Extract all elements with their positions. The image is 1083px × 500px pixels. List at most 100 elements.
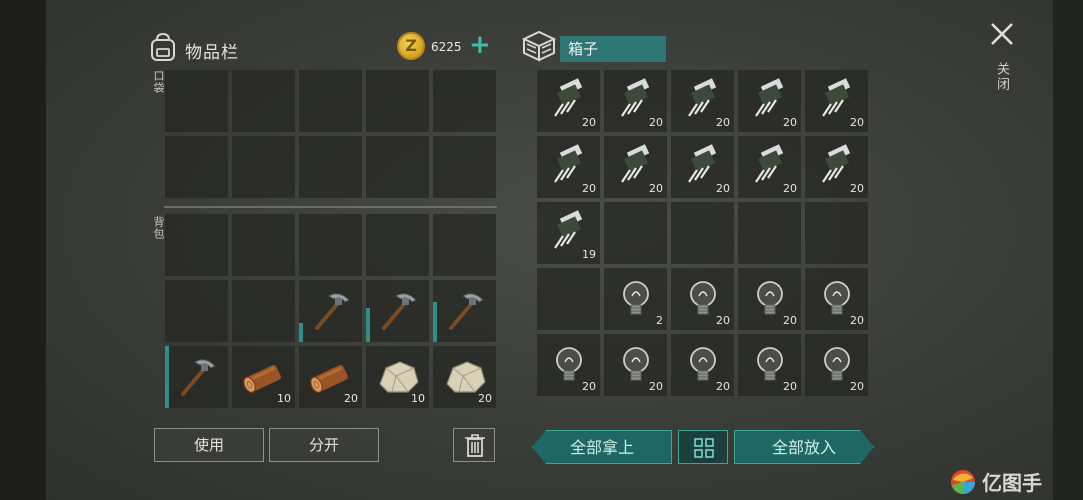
- box-slot[interactable]: 20: [738, 136, 801, 198]
- pickaxe-icon: [449, 293, 484, 330]
- item-quantity: 20: [783, 314, 797, 327]
- item-quantity: 20: [716, 182, 730, 195]
- backpack-slot[interactable]: [299, 280, 362, 342]
- backpack-slot[interactable]: [366, 214, 429, 276]
- box-slot[interactable]: 20: [537, 70, 600, 132]
- pocket-slot[interactable]: [299, 70, 362, 132]
- durability-bar: [299, 323, 303, 342]
- item-quantity: 20: [850, 380, 864, 393]
- pocket-slot[interactable]: [232, 136, 295, 198]
- item-quantity: 20: [649, 116, 663, 129]
- trash-icon: [465, 434, 485, 457]
- watermark-text: 亿图手: [982, 471, 1042, 495]
- box-slot[interactable]: 20: [537, 136, 600, 198]
- bulb-icon: [623, 281, 649, 315]
- box-slot[interactable]: 20: [671, 268, 734, 330]
- item-quantity: 20: [582, 380, 596, 393]
- trash-button[interactable]: [453, 428, 495, 462]
- inventory-header: 物品栏 Z 6225 +: [149, 28, 499, 68]
- pocket-slot[interactable]: [165, 70, 228, 132]
- pickaxe-icon: [382, 293, 417, 330]
- screen-edge-left: [0, 0, 46, 500]
- item-quantity: 20: [716, 314, 730, 327]
- backpack-slot[interactable]: [232, 214, 295, 276]
- box-slot[interactable]: 20: [805, 70, 868, 132]
- item-quantity: 20: [582, 116, 596, 129]
- box-slot[interactable]: 2: [604, 268, 667, 330]
- box-slot[interactable]: 20: [805, 136, 868, 198]
- pocket-slot[interactable]: [165, 136, 228, 198]
- pocket-slot[interactable]: [366, 136, 429, 198]
- pickaxe-icon: [315, 293, 350, 330]
- box-slot[interactable]: 20: [537, 334, 600, 396]
- box-slot[interactable]: 20: [604, 70, 667, 132]
- backpack-slot[interactable]: 20: [299, 346, 362, 408]
- item-quantity: 20: [716, 116, 730, 129]
- pocket-slot[interactable]: [366, 70, 429, 132]
- backpack-slot[interactable]: [165, 280, 228, 342]
- box-slot[interactable]: 20: [604, 334, 667, 396]
- box-slot[interactable]: [671, 202, 734, 264]
- backpack-slot[interactable]: 20: [433, 346, 496, 408]
- grid-sort-icon: [694, 438, 714, 458]
- box-slot[interactable]: [805, 202, 868, 264]
- box-slot[interactable]: 20: [738, 70, 801, 132]
- item-quantity: 20: [649, 380, 663, 393]
- box-slot[interactable]: 20: [738, 268, 801, 330]
- box-slot[interactable]: 19: [537, 202, 600, 264]
- split-button[interactable]: 分开: [269, 428, 379, 462]
- backpack-slot[interactable]: [165, 214, 228, 276]
- item-quantity: 20: [850, 182, 864, 195]
- durability-bar: [366, 308, 370, 342]
- put-all-button[interactable]: 全部放入: [734, 430, 874, 464]
- box-title: 箱子: [560, 36, 666, 62]
- sort-button[interactable]: [678, 430, 728, 464]
- item-quantity: 20: [478, 392, 492, 405]
- pocket-slot[interactable]: [433, 70, 496, 132]
- box-slot[interactable]: 20: [671, 70, 734, 132]
- take-all-button[interactable]: 全部拿上: [532, 430, 672, 464]
- coin-icon: Z: [397, 32, 425, 60]
- box-slot[interactable]: 20: [671, 136, 734, 198]
- item-quantity: 20: [783, 182, 797, 195]
- box-slot[interactable]: 20: [805, 268, 868, 330]
- backpack-slot[interactable]: 10: [232, 346, 295, 408]
- pocket-slot[interactable]: [232, 70, 295, 132]
- inventory-panel: 物品栏 Z 6225 + 箱子 口袋 背包 10 20 10 20 20 20 20 20 2…: [46, 0, 1053, 500]
- box-slot[interactable]: 20: [671, 334, 734, 396]
- pocket-slot[interactable]: [433, 136, 496, 198]
- watermark-logo-icon: [951, 470, 975, 494]
- box-slot[interactable]: [537, 268, 600, 330]
- add-coins-button[interactable]: +: [469, 31, 491, 59]
- box-header: 箱子: [522, 30, 668, 64]
- close-label[interactable]: 关闭: [992, 62, 1011, 92]
- crate-icon: [522, 30, 556, 62]
- pickaxe-icon: [181, 359, 216, 396]
- box-slot[interactable]: 20: [738, 334, 801, 396]
- close-icon[interactable]: [988, 20, 1016, 48]
- use-button[interactable]: 使用: [154, 428, 264, 462]
- backpack-slot[interactable]: [433, 280, 496, 342]
- item-quantity: 2: [656, 314, 663, 327]
- pocket-grid: [165, 70, 496, 198]
- durability-bar: [433, 302, 437, 342]
- box-slot[interactable]: 20: [604, 136, 667, 198]
- pocket-slot[interactable]: [299, 136, 362, 198]
- backpack-slot[interactable]: [165, 346, 228, 408]
- item-quantity: 19: [582, 248, 596, 261]
- item-quantity: 10: [277, 392, 291, 405]
- backpack-slot[interactable]: 10: [366, 346, 429, 408]
- backpack-slot[interactable]: [232, 280, 295, 342]
- section-divider: [164, 206, 497, 208]
- box-slot[interactable]: 20: [805, 334, 868, 396]
- box-slot[interactable]: [738, 202, 801, 264]
- backpack-slot[interactable]: [366, 280, 429, 342]
- box-slot[interactable]: [604, 202, 667, 264]
- coin-count: 6225: [431, 40, 462, 54]
- backpack-slot[interactable]: [299, 214, 362, 276]
- backpack-slot[interactable]: [433, 214, 496, 276]
- backpack-icon: [151, 32, 175, 61]
- item-quantity: 20: [582, 182, 596, 195]
- durability-bar: [165, 346, 169, 408]
- item-quantity: 20: [783, 116, 797, 129]
